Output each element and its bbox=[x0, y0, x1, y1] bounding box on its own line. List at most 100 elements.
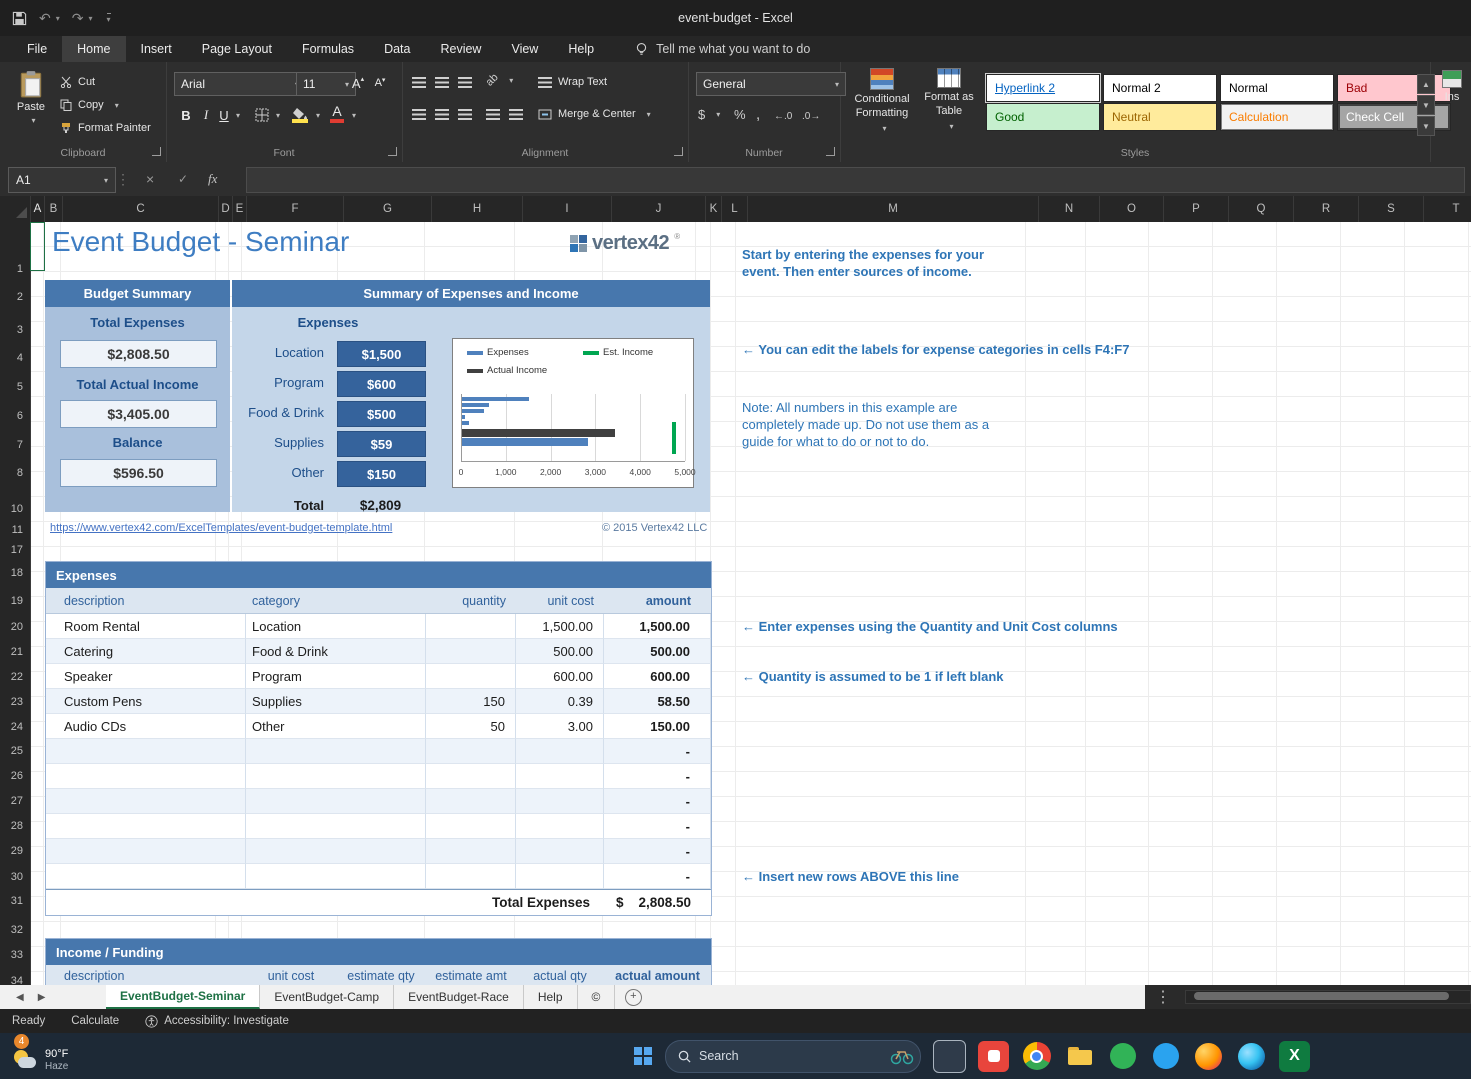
row-header-18[interactable]: 18 bbox=[11, 567, 23, 579]
align-bottom-icon[interactable] bbox=[458, 72, 472, 92]
sheet-tab-[interactable]: © bbox=[578, 985, 616, 1009]
cancel-icon[interactable]: × bbox=[146, 167, 154, 191]
summary-total-value[interactable]: $2,809 bbox=[337, 498, 424, 513]
borders-chevron-icon[interactable]: ▾ bbox=[272, 104, 284, 126]
row-header-33[interactable]: 33 bbox=[11, 949, 23, 961]
row-header-6[interactable]: 6 bbox=[17, 410, 23, 422]
firefox-icon[interactable] bbox=[1193, 1041, 1224, 1072]
expense-cell[interactable] bbox=[516, 789, 604, 814]
expense-row[interactable]: - bbox=[46, 814, 711, 839]
expenses-table-header[interactable]: Expenses bbox=[46, 562, 711, 588]
budget-summary-header[interactable]: Budget Summary bbox=[45, 280, 230, 307]
row-header-4[interactable]: 4 bbox=[17, 352, 23, 364]
number-format-select[interactable]: General▾ bbox=[696, 72, 846, 96]
sheet-tab-eventbudget-camp[interactable]: EventBudget-Camp bbox=[260, 985, 394, 1009]
expense-row[interactable]: - bbox=[46, 789, 711, 814]
calculate-status[interactable]: Calculate bbox=[71, 1015, 119, 1027]
expenses-total-row[interactable]: Total Expenses $ 2,808.50 bbox=[46, 889, 711, 915]
cell-style-normal-2[interactable]: Normal 2 bbox=[1103, 74, 1217, 102]
expense-cell[interactable]: 1,500.00 bbox=[604, 614, 711, 639]
clipboard-dialog-launcher[interactable] bbox=[152, 147, 161, 156]
expense-cell[interactable]: - bbox=[604, 839, 711, 864]
row-header-32[interactable]: 32 bbox=[11, 924, 23, 936]
select-all-corner[interactable] bbox=[0, 196, 31, 222]
cell-style-neutral[interactable]: Neutral bbox=[1103, 103, 1217, 131]
search-box[interactable]: Search bbox=[665, 1040, 921, 1073]
summary-category-value-program[interactable]: $600 bbox=[337, 371, 426, 397]
decrease-decimal-icon[interactable]: .0→ bbox=[802, 106, 820, 126]
row-header-7[interactable]: 7 bbox=[17, 439, 23, 451]
font-size-select[interactable]: 11▾ bbox=[296, 72, 356, 96]
expense-cell[interactable]: 1,500.00 bbox=[516, 614, 604, 639]
cut-button[interactable]: Cut bbox=[60, 72, 95, 92]
underline-chevron-icon[interactable]: ▾ bbox=[232, 104, 244, 126]
expense-cell[interactable]: - bbox=[604, 789, 711, 814]
total-expenses-label[interactable]: Total Expenses bbox=[45, 315, 230, 330]
expense-cell[interactable]: Speaker bbox=[46, 664, 246, 689]
edge-icon[interactable] bbox=[1236, 1041, 1267, 1072]
column-header-I[interactable]: I bbox=[523, 196, 612, 222]
red-app-icon[interactable] bbox=[978, 1041, 1009, 1072]
expense-cell[interactable] bbox=[246, 814, 426, 839]
expense-cell[interactable]: - bbox=[604, 764, 711, 789]
expense-cell[interactable] bbox=[516, 739, 604, 764]
expense-cell[interactable] bbox=[246, 864, 426, 889]
start-button[interactable] bbox=[634, 1047, 653, 1066]
borders-icon[interactable] bbox=[252, 104, 272, 126]
row-header-17[interactable]: 17 bbox=[11, 544, 23, 556]
ribbon-tab-view[interactable]: View bbox=[496, 36, 553, 62]
decrease-font-icon[interactable]: A▾ bbox=[370, 72, 390, 94]
number-dialog-launcher[interactable] bbox=[826, 147, 835, 156]
blue-app-icon[interactable] bbox=[1150, 1041, 1181, 1072]
expense-cell[interactable]: - bbox=[604, 814, 711, 839]
expense-row[interactable]: Room RentalLocation 1,500.001,500.00 bbox=[46, 614, 711, 639]
column-header-C[interactable]: C bbox=[63, 196, 219, 222]
alignment-dialog-launcher[interactable] bbox=[674, 147, 683, 156]
expense-cell[interactable] bbox=[426, 739, 516, 764]
column-header-R[interactable]: R bbox=[1294, 196, 1359, 222]
expense-cell[interactable]: 500.00 bbox=[604, 639, 711, 664]
expense-cell[interactable] bbox=[426, 814, 516, 839]
percent-style-icon[interactable]: % bbox=[734, 104, 746, 124]
paste-button[interactable]: Paste ▾ bbox=[10, 70, 52, 125]
increase-indent-icon[interactable] bbox=[509, 104, 523, 124]
expense-cell[interactable]: Location bbox=[246, 614, 426, 639]
column-header-T[interactable]: T bbox=[1424, 196, 1471, 222]
cell-style-good[interactable]: Good bbox=[986, 103, 1100, 131]
tell-me-box[interactable]: Tell me what you want to do bbox=[635, 36, 810, 62]
expense-cell[interactable] bbox=[426, 764, 516, 789]
column-header-N[interactable]: N bbox=[1039, 196, 1100, 222]
expense-row[interactable]: - bbox=[46, 839, 711, 864]
row-header-29[interactable]: 29 bbox=[11, 845, 23, 857]
insert-function-icon[interactable]: fx bbox=[208, 167, 217, 191]
file-explorer-icon[interactable] bbox=[1064, 1041, 1095, 1072]
expense-cell[interactable]: 600.00 bbox=[604, 664, 711, 689]
excel-icon[interactable]: X bbox=[1279, 1041, 1310, 1072]
prev-sheet-icon[interactable]: ◀ bbox=[16, 992, 24, 1003]
window-app-icon[interactable] bbox=[933, 1040, 966, 1073]
expense-cell[interactable]: Food & Drink bbox=[246, 639, 426, 664]
ribbon-tab-home[interactable]: Home bbox=[62, 36, 125, 62]
row-header-27[interactable]: 27 bbox=[11, 795, 23, 807]
row-header-11[interactable]: 11 bbox=[12, 524, 23, 536]
format-painter-button[interactable]: Format Painter bbox=[60, 118, 151, 138]
expense-cell[interactable] bbox=[246, 789, 426, 814]
summary-category-label-food-drink[interactable]: Food & Drink bbox=[232, 405, 324, 420]
expense-income-summary-header[interactable]: Summary of Expenses and Income bbox=[232, 280, 710, 307]
wrap-text-button[interactable]: Wrap Text bbox=[538, 72, 607, 92]
total-expenses-value[interactable]: $2,808.50 bbox=[60, 340, 217, 368]
merge-center-button[interactable]: Merge & Center ▾ bbox=[538, 104, 651, 124]
summary-category-label-other[interactable]: Other bbox=[232, 465, 324, 480]
expense-cell[interactable]: Room Rental bbox=[46, 614, 246, 639]
underline-button[interactable]: U bbox=[216, 104, 232, 126]
row-header-5[interactable]: 5 bbox=[17, 381, 23, 393]
expense-cell[interactable] bbox=[426, 839, 516, 864]
font-dialog-launcher[interactable] bbox=[388, 147, 397, 156]
font-family-select[interactable]: Arial▾ bbox=[174, 72, 306, 96]
expense-cell[interactable]: 0.39 bbox=[516, 689, 604, 714]
template-link[interactable]: https://www.vertex42.com/ExcelTemplates/… bbox=[50, 522, 392, 534]
sheet-tab-eventbudget-race[interactable]: EventBudget-Race bbox=[394, 985, 524, 1009]
column-header-L[interactable]: L bbox=[722, 196, 748, 222]
expense-cell[interactable] bbox=[246, 839, 426, 864]
expense-cell[interactable] bbox=[246, 764, 426, 789]
